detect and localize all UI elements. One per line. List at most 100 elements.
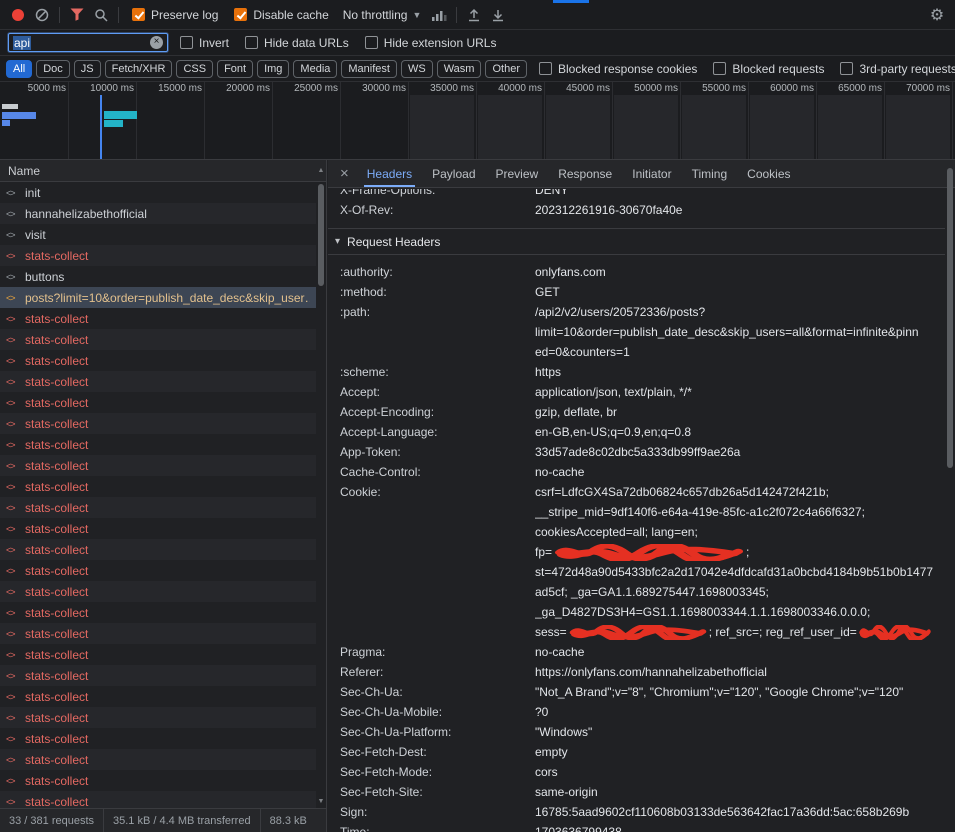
export-har-button[interactable] — [486, 4, 510, 26]
request-row[interactable]: <>stats-collect — [0, 392, 316, 413]
request-row[interactable]: <>posts?limit=10&order=publish_date_desc… — [0, 287, 316, 308]
request-row[interactable]: <>buttons — [0, 266, 316, 287]
type-filter-doc[interactable]: Doc — [36, 60, 70, 78]
type-filter-all[interactable]: All — [6, 60, 32, 78]
scrollbar-thumb[interactable] — [318, 184, 324, 286]
request-row[interactable]: <>stats-collect — [0, 308, 316, 329]
settings-button[interactable]: ⚙ — [925, 4, 949, 26]
request-name-label: stats-collect — [25, 564, 310, 578]
request-row[interactable]: <>stats-collect — [0, 350, 316, 371]
timeline-tick-label: 30000 ms — [336, 83, 406, 95]
request-row[interactable]: <>stats-collect — [0, 581, 316, 602]
script-file-icon: <> — [6, 629, 19, 639]
request-row[interactable]: <>stats-collect — [0, 707, 316, 728]
scrollbar-thumb[interactable] — [947, 168, 953, 468]
blocked-response-cookies-checkbox-box[interactable] — [539, 62, 552, 75]
request-list-scrollbar[interactable]: ▲ ▼ — [316, 166, 326, 807]
request-row[interactable]: <>stats-collect — [0, 371, 316, 392]
third-party-requests-checkbox[interactable]: 3rd-party requests — [840, 62, 955, 76]
tab-payload[interactable]: Payload — [422, 160, 485, 187]
header-value-line: __stripe_mid=9df140f6-e64a-419e-85fc-a1c… — [535, 502, 945, 522]
request-row[interactable]: <>stats-collect — [0, 497, 316, 518]
details-scrollbar[interactable] — [945, 162, 955, 830]
request-row[interactable]: <>stats-collect — [0, 413, 316, 434]
import-har-button[interactable] — [462, 4, 486, 26]
request-row[interactable]: <>stats-collect — [0, 455, 316, 476]
request-row[interactable]: <>stats-collect — [0, 560, 316, 581]
invert-checkbox-box[interactable] — [180, 36, 193, 49]
header-value-line: limit=10&order=publish_date_desc&skip_us… — [535, 322, 945, 342]
transferred-size: 35.1 kB / 4.4 MB transferred — [103, 809, 260, 832]
request-row[interactable]: <>hannahelizabethofficial — [0, 203, 316, 224]
type-filter-css[interactable]: CSS — [176, 60, 213, 78]
hide-extension-urls-checkbox-box[interactable] — [365, 36, 378, 49]
request-row[interactable]: <>stats-collect — [0, 434, 316, 455]
timeline-tick-label: 5000 ms — [0, 83, 66, 95]
blocked-requests-checkbox-box[interactable] — [713, 62, 726, 75]
request-row[interactable]: <>stats-collect — [0, 476, 316, 497]
request-row[interactable]: <>visit — [0, 224, 316, 245]
filter-input[interactable]: api × — [8, 33, 168, 52]
hide-extension-urls-checkbox[interactable]: Hide extension URLs — [365, 36, 497, 50]
throttling-dropdown[interactable]: No throttling ▼ — [343, 8, 422, 22]
disable-cache-checkbox-box[interactable] — [234, 8, 247, 21]
tab-timing[interactable]: Timing — [682, 160, 738, 187]
request-row[interactable]: <>stats-collect — [0, 602, 316, 623]
request-row[interactable]: <>stats-collect — [0, 791, 316, 808]
search-button[interactable] — [89, 4, 113, 26]
scroll-up-arrow[interactable]: ▲ — [316, 166, 326, 176]
header-name: Sec-Ch-Ua-Mobile: — [340, 702, 535, 722]
network-conditions-button[interactable] — [427, 4, 451, 26]
script-file-icon: <> — [6, 209, 19, 219]
tab-headers[interactable]: Headers — [357, 160, 422, 187]
request-row[interactable]: <>init — [0, 182, 316, 203]
chevron-down-icon: ▼ — [412, 10, 421, 20]
type-filter-manifest[interactable]: Manifest — [341, 60, 397, 78]
header-value-text: fp= — [535, 542, 552, 562]
preserve-log-checkbox[interactable]: Preserve log — [132, 8, 218, 22]
type-filter-other[interactable]: Other — [485, 60, 527, 78]
tab-preview[interactable]: Preview — [486, 160, 549, 187]
hide-data-urls-checkbox-box[interactable] — [245, 36, 258, 49]
request-name-label: stats-collect — [25, 543, 310, 557]
blocked-response-cookies-checkbox[interactable]: Blocked response cookies — [539, 62, 697, 76]
third-party-requests-checkbox-box[interactable] — [840, 62, 853, 75]
request-row[interactable]: <>stats-collect — [0, 770, 316, 791]
request-row[interactable]: <>stats-collect — [0, 686, 316, 707]
name-column-header[interactable]: Name — [0, 160, 326, 182]
close-icon[interactable]: × — [340, 165, 349, 182]
request-row[interactable]: <>stats-collect — [0, 623, 316, 644]
preserve-log-checkbox-box[interactable] — [132, 8, 145, 21]
overview-timeline[interactable]: 5000 ms10000 ms15000 ms20000 ms25000 ms3… — [0, 82, 955, 160]
type-filter-js[interactable]: JS — [74, 60, 101, 78]
request-headers-section[interactable]: ▾ Request Headers — [328, 228, 945, 255]
tab-cookies[interactable]: Cookies — [737, 160, 800, 187]
type-filter-media[interactable]: Media — [293, 60, 337, 78]
hide-data-urls-checkbox[interactable]: Hide data URLs — [245, 36, 349, 50]
record-button[interactable] — [6, 4, 30, 26]
disable-cache-checkbox[interactable]: Disable cache — [234, 8, 328, 22]
request-row[interactable]: <>stats-collect — [0, 728, 316, 749]
request-row[interactable]: <>stats-collect — [0, 665, 316, 686]
invert-checkbox[interactable]: Invert — [180, 36, 229, 50]
type-filter-fetch-xhr[interactable]: Fetch/XHR — [105, 60, 173, 78]
request-row[interactable]: <>stats-collect — [0, 245, 316, 266]
filter-toggle-button[interactable] — [65, 4, 89, 26]
tab-response[interactable]: Response — [548, 160, 622, 187]
request-row[interactable]: <>stats-collect — [0, 539, 316, 560]
request-row[interactable]: <>stats-collect — [0, 644, 316, 665]
header-value: ?0 — [535, 702, 945, 722]
scroll-down-arrow[interactable]: ▼ — [316, 797, 326, 807]
tab-initiator[interactable]: Initiator — [622, 160, 681, 187]
request-row[interactable]: <>stats-collect — [0, 518, 316, 539]
request-row[interactable]: <>stats-collect — [0, 749, 316, 770]
type-filter-wasm[interactable]: Wasm — [437, 60, 482, 78]
blocked-requests-checkbox[interactable]: Blocked requests — [713, 62, 824, 76]
type-filter-font[interactable]: Font — [217, 60, 253, 78]
type-filter-ws[interactable]: WS — [401, 60, 433, 78]
type-filter-img[interactable]: Img — [257, 60, 289, 78]
script-file-icon: <> — [6, 713, 19, 723]
clear-filter-icon[interactable]: × — [150, 36, 163, 49]
request-row[interactable]: <>stats-collect — [0, 329, 316, 350]
clear-button[interactable] — [30, 4, 54, 26]
